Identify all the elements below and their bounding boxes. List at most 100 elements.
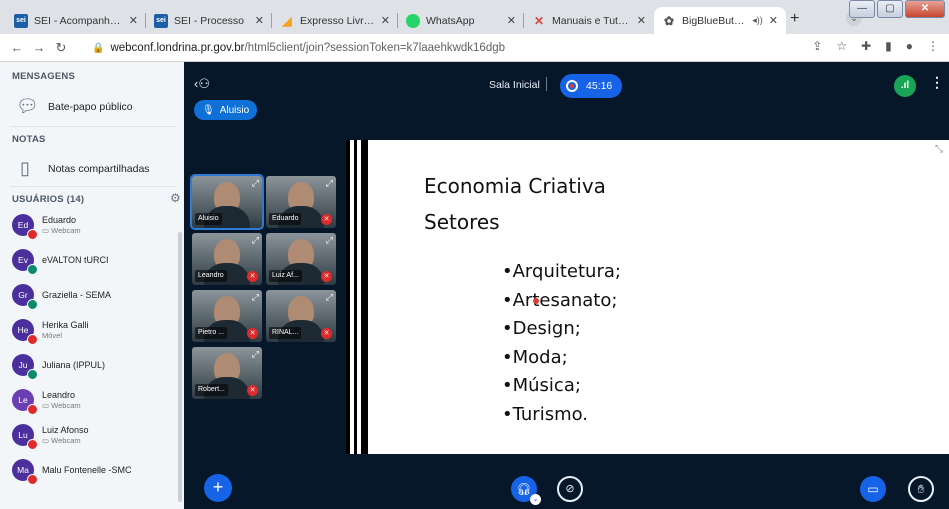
menu-kebab-icon[interactable]: ⋮ xyxy=(927,39,939,53)
share-icon[interactable]: ⇪ xyxy=(812,39,822,53)
bookmark-star-icon[interactable]: ☆ xyxy=(836,39,847,53)
tab-label: SEI - Processo xyxy=(174,14,245,27)
shared-notes-item[interactable]: ▯ Notas compartilhadas xyxy=(16,158,150,179)
listen-only-icon xyxy=(27,299,38,310)
meeting-main: ‹⚇ 🎙︎ Aluisio Sala Inicial 45:16 .ıl ⋮ ⤢… xyxy=(184,62,949,509)
tab-label: Manuais e Tutoriais xyxy=(552,14,631,27)
video-tile[interactable]: ⤢ Luiz Af... ✕ xyxy=(266,233,336,285)
user-name: Leandro xyxy=(42,389,76,400)
presentation-toggle-button[interactable]: ▭ xyxy=(860,476,886,502)
reload-icon[interactable]: ↻ xyxy=(50,40,72,56)
forward-arrow-icon[interactable]: → xyxy=(28,40,50,55)
avatar: Lu xyxy=(12,424,38,450)
audio-headphones-button[interactable]: 🎧︎ ⌄ xyxy=(511,476,541,505)
browser-actions: ⇪ ☆ ✚ ▮ ● ⋮ xyxy=(812,39,939,53)
user-name: eVALTON tURCI xyxy=(42,254,109,265)
video-tile[interactable]: ⤢ RINAL... ✕ xyxy=(266,290,336,342)
video-username: Pietro ... xyxy=(195,327,228,339)
maximize-window-button[interactable]: ▢ xyxy=(877,0,903,18)
muted-mic-icon xyxy=(27,439,38,450)
user-list-item[interactable]: Ma Malu Fontenelle -SMC xyxy=(12,459,178,485)
avatar: Ev xyxy=(12,249,38,275)
muted-mic-icon: ✕ xyxy=(321,271,332,282)
fullscreen-icon[interactable]: ⤢ xyxy=(326,178,333,189)
gear-icon[interactable]: ⚙ xyxy=(170,191,181,205)
fullscreen-icon[interactable]: ⤢ xyxy=(252,235,259,246)
talking-user-name: Aluisio xyxy=(219,104,250,116)
video-tile[interactable]: ⤢ Aluisio xyxy=(190,174,264,230)
fullscreen-icon[interactable]: ⤢ xyxy=(252,178,259,189)
browser-tab-sei-acompanhamento[interactable]: sei SEI - Acompanhame ✕ xyxy=(6,7,146,34)
avatar: He xyxy=(12,319,38,345)
actions-plus-button[interactable]: + xyxy=(204,474,232,502)
raise-hand-button[interactable]: ✋︎ xyxy=(908,476,934,502)
share-webcam-button[interactable]: ⊘ xyxy=(557,476,583,502)
browser-toolbar: ← → ↻ 🔒 webconf.londrina.pr.gov.br/html5… xyxy=(0,34,949,62)
browser-tab-bigbluebutton[interactable]: ✿ BigBlueButton - ◂)) ✕ xyxy=(654,7,786,34)
address-bar[interactable]: 🔒 webconf.londrina.pr.gov.br/html5client… xyxy=(92,37,732,59)
note-page-icon: ▯ xyxy=(20,158,30,178)
side-panel-icon[interactable]: ▮ xyxy=(885,39,892,53)
messages-section-title: MENSAGENS xyxy=(12,71,76,82)
video-username: Robert... xyxy=(195,384,228,396)
window-controls: — ▢ ✕ xyxy=(849,0,945,18)
user-list-item[interactable]: Ed Eduardo ▭ Webcam xyxy=(12,214,178,240)
minimize-presentation-icon[interactable]: ⤡ xyxy=(935,144,943,155)
profile-icon[interactable]: ● xyxy=(906,39,913,53)
fullscreen-icon[interactable]: ⤢ xyxy=(252,349,259,360)
user-subtitle: ▭ Webcam xyxy=(42,225,81,235)
sei-icon: sei xyxy=(14,13,28,28)
user-list-item[interactable]: He Herika Galli Móvel xyxy=(12,319,178,345)
browser-tab-manuais[interactable]: ✕ Manuais e Tutoriais ✕ xyxy=(524,7,654,34)
user-name: Graziella - SEMA xyxy=(42,289,112,300)
browser-tab-strip: sei SEI - Acompanhame ✕ sei SEI - Proces… xyxy=(0,0,949,34)
close-icon[interactable]: ✕ xyxy=(637,14,646,27)
shared-notes-label: Notas compartilhadas xyxy=(48,162,150,175)
new-tab-button[interactable]: + xyxy=(790,10,799,28)
user-list-item[interactable]: Ev eVALTON tURCI xyxy=(12,249,178,275)
close-icon[interactable]: ✕ xyxy=(507,14,516,27)
presentation-slide[interactable]: Economia Criativa Setores •Arquitetura; … xyxy=(346,140,949,454)
close-icon[interactable]: ✕ xyxy=(381,14,390,27)
user-list-item[interactable]: Le Leandro ▭ Webcam xyxy=(12,389,178,415)
video-username: Aluisio xyxy=(195,213,222,225)
chat-bubble-icon: 💬︎ xyxy=(16,96,39,116)
talking-indicator[interactable]: 🎙︎ Aluisio xyxy=(194,100,258,120)
user-list-item[interactable]: Gr Graziella - SEMA xyxy=(12,284,178,310)
fullscreen-icon[interactable]: ⤢ xyxy=(252,292,259,303)
more-options-icon[interactable]: ⋮ xyxy=(930,74,944,91)
user-list-item[interactable]: Ju Juliana (IPPUL) xyxy=(12,354,178,380)
back-arrow-icon[interactable]: ← xyxy=(6,40,28,55)
minimize-window-button[interactable]: — xyxy=(849,0,875,18)
chevron-down-icon[interactable]: ⌄ xyxy=(530,494,541,505)
browser-tab-expresso[interactable]: ◢ Expresso Livre [Expre ✕ xyxy=(272,7,398,34)
slide-bullet-list: •Arquitetura; •Artesanato; •Design; •Mod… xyxy=(502,258,621,429)
video-tile[interactable]: ⤢ Pietro ... ✕ xyxy=(192,290,262,342)
public-chat-item[interactable]: 💬︎ Bate-papo público xyxy=(16,96,133,117)
avatar: Gr xyxy=(12,284,38,310)
users-toggle-icon[interactable]: ‹⚇ xyxy=(194,76,210,92)
user-subtitle: Móvel xyxy=(42,330,63,340)
close-window-button[interactable]: ✕ xyxy=(905,0,945,18)
close-icon[interactable]: ✕ xyxy=(129,14,138,27)
browser-tab-sei-processo[interactable]: sei SEI - Processo ✕ xyxy=(146,7,272,34)
user-list-item[interactable]: Lu Luiz Afonso ▭ Webcam xyxy=(12,424,178,450)
fullscreen-icon[interactable]: ⤢ xyxy=(326,235,333,246)
connection-status-icon[interactable]: .ıl xyxy=(894,75,916,97)
extensions-icon[interactable]: ✚ xyxy=(861,39,871,53)
tab-label: BigBlueButton - xyxy=(682,14,747,27)
recording-timer[interactable]: 45:16 xyxy=(560,74,623,98)
avatar: Ed xyxy=(12,214,38,240)
video-tile[interactable]: ⤢ Robert... ✕ xyxy=(192,347,262,399)
muted-mic-icon xyxy=(27,474,38,485)
microphone-icon: 🎙︎ xyxy=(202,104,215,116)
muted-mic-icon xyxy=(27,229,38,240)
close-icon[interactable]: ✕ xyxy=(769,14,778,27)
sidebar-scrollbar[interactable] xyxy=(178,232,182,502)
video-tile[interactable]: ⤢ Eduardo ✕ xyxy=(266,176,336,228)
fullscreen-icon[interactable]: ⤢ xyxy=(326,292,333,303)
close-icon[interactable]: ✕ xyxy=(255,14,264,27)
user-name: Juliana (IPPUL) xyxy=(42,359,106,370)
browser-tab-whatsapp[interactable]: WhatsApp ✕ xyxy=(398,7,524,34)
video-tile[interactable]: ⤢ Leandro ✕ xyxy=(192,233,262,285)
